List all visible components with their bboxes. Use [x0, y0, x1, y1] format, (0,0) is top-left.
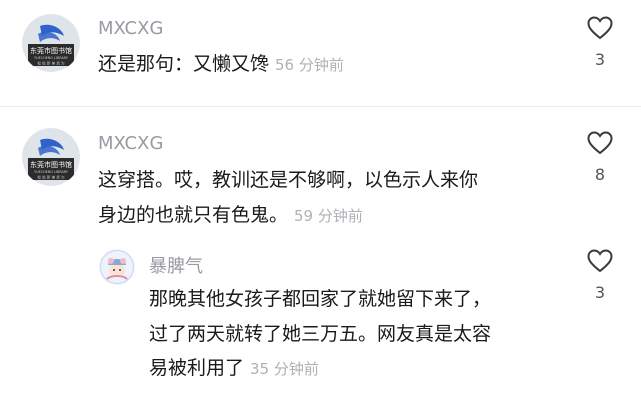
avatar[interactable] — [99, 249, 135, 285]
reply-text: 过了两天就转了她三万五。网友真是太容 — [149, 323, 492, 345]
comment-time: 59 分钟前 — [294, 207, 363, 225]
like-count: 3 — [594, 283, 606, 302]
cartoon-avatar-icon — [99, 249, 135, 285]
username[interactable]: 暴脾气 — [149, 252, 203, 278]
svg-text:松 松 新 美 资 为: 松 松 新 美 资 为 — [37, 61, 65, 66]
like-count: 3 — [594, 50, 606, 69]
avatar[interactable]: 东莞市图书馆 YUECHENG LIBRARY 松 松 新 美 资 为 — [22, 128, 80, 186]
username[interactable]: MXCXG — [98, 133, 163, 154]
heart-icon[interactable] — [587, 16, 613, 40]
library-logo-icon: 东莞市图书馆 YUECHENG LIBRARY 松 松 新 美 资 为 — [22, 14, 80, 72]
heart-icon[interactable] — [587, 131, 613, 155]
divider — [0, 106, 641, 107]
library-logo-icon: 东莞市图书馆 YUECHENG LIBRARY 松 松 新 美 资 为 — [22, 128, 80, 186]
avatar[interactable]: 东莞市图书馆 YUECHENG LIBRARY 松 松 新 美 资 为 — [22, 14, 80, 72]
comment-text: 还是那句：又懒又馋 56 分钟前 — [98, 53, 344, 75]
like-count: 8 — [594, 165, 606, 184]
reply-text: 那晚其他女孩子都回家了就她留下来了， — [149, 288, 492, 310]
svg-text:YUECHENG LIBRARY: YUECHENG LIBRARY — [34, 56, 69, 60]
svg-text:东莞市图书馆: 东莞市图书馆 — [30, 46, 72, 55]
comment-time: 35 分钟前 — [250, 360, 319, 378]
comment-time: 56 分钟前 — [275, 56, 344, 74]
svg-text:松 松 新 美 资 为: 松 松 新 美 资 为 — [37, 175, 65, 180]
heart-icon[interactable] — [587, 249, 613, 273]
svg-text:YUECHENG LIBRARY: YUECHENG LIBRARY — [34, 170, 69, 174]
comment-text: 身边的也就只有色鬼。 59 分钟前 — [98, 204, 363, 226]
comment-text: 这穿搭。哎，教训还是不够啊，以色示人来你 — [98, 169, 479, 191]
username[interactable]: MXCXG — [98, 18, 163, 39]
comment-list: 东莞市图书馆 YUECHENG LIBRARY 松 松 新 美 资 为 MXCX… — [0, 0, 641, 402]
reply-text: 易被利用了 35 分钟前 — [149, 357, 319, 379]
svg-text:东莞市图书馆: 东莞市图书馆 — [30, 160, 72, 169]
